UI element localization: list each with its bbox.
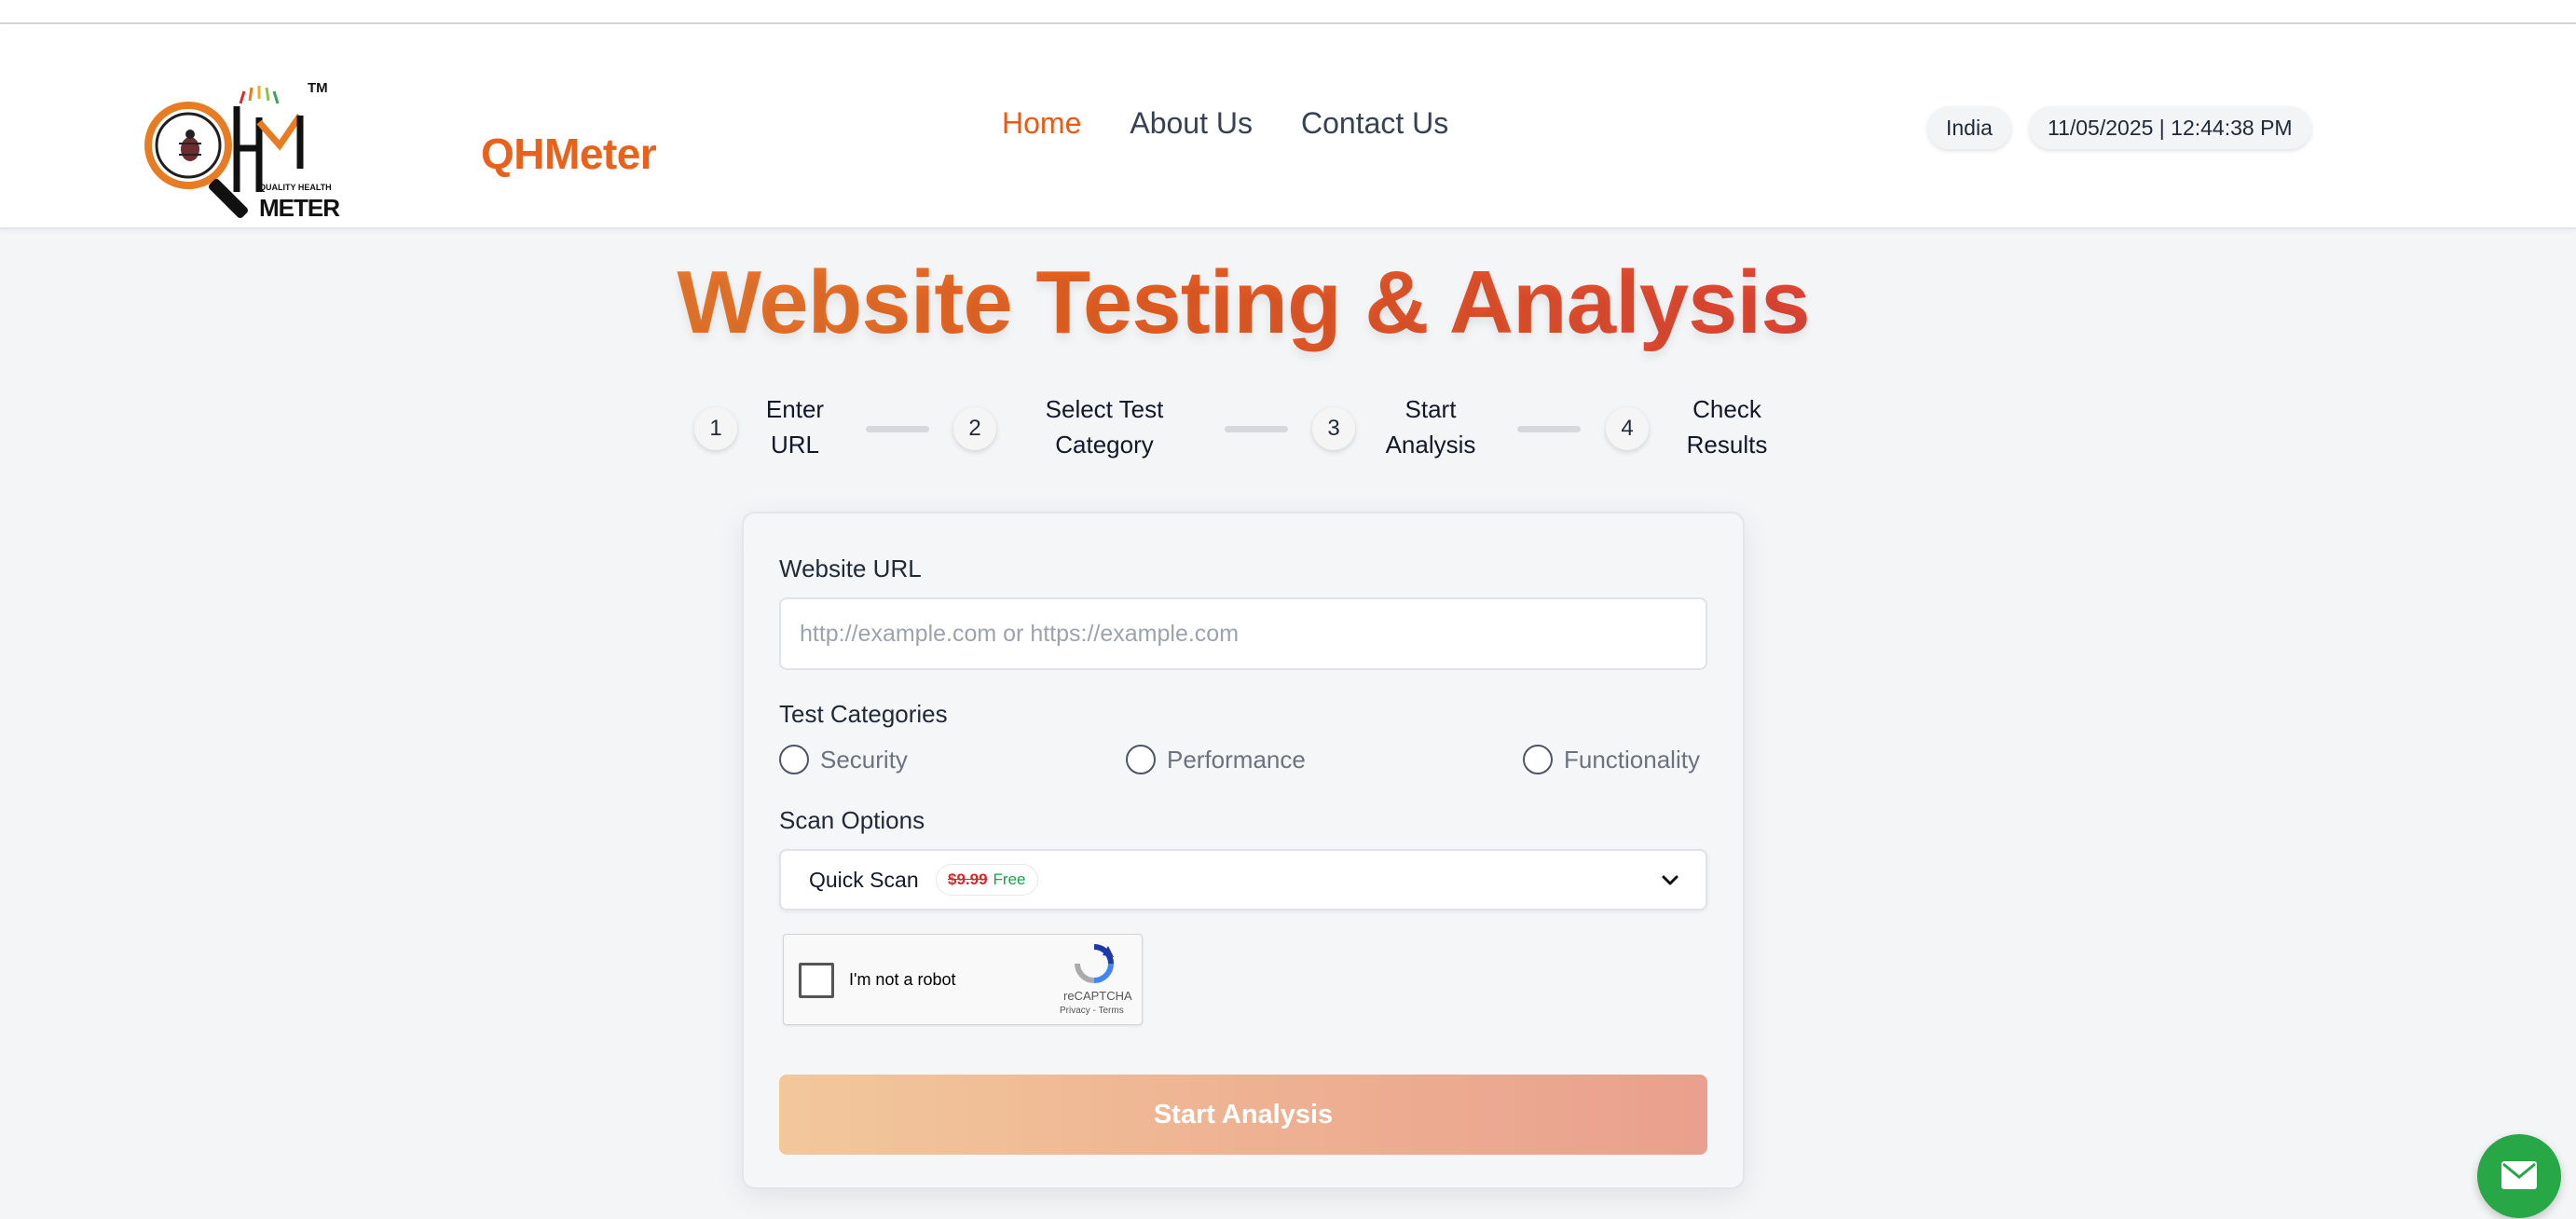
recaptcha-logo-icon: [1075, 944, 1114, 983]
recaptcha-links[interactable]: Privacy - Terms: [1060, 1006, 1124, 1016]
scan-selected-value: Quick Scan: [809, 868, 919, 892]
radio-button[interactable]: [1126, 745, 1156, 774]
datetime-badge: 11/05/2025 | 12:44:38 PM: [2029, 106, 2311, 149]
analysis-form-card: Website URL Test Categories Security Per…: [742, 512, 1745, 1189]
site-header: TM QUALITY HEALTH METER QHMeter Home Abo…: [0, 24, 2576, 229]
free-price: Free: [993, 870, 1026, 888]
category-label: Security: [820, 745, 908, 774]
category-functionality-option[interactable]: Functionality: [1523, 745, 1700, 774]
old-price: $9.99: [948, 870, 988, 888]
chevron-down-icon: [1662, 875, 1679, 885]
start-analysis-button[interactable]: Start Analysis: [779, 1075, 1707, 1155]
recaptcha-checkbox[interactable]: [799, 963, 834, 998]
category-performance-option[interactable]: Performance: [1126, 745, 1306, 774]
recaptcha-label: I'm not a robot: [849, 970, 956, 989]
step-3-number: 3: [1312, 407, 1355, 450]
website-url-input[interactable]: [779, 597, 1707, 670]
step-1-label: Enter URL: [765, 395, 825, 459]
step-2-label: Select Test Category: [1045, 395, 1164, 459]
scan-options-select[interactable]: Quick Scan $9.99 Free: [779, 849, 1707, 911]
recaptcha-widget: I'm not a robot reCAPTCHA Privacy - Term…: [783, 934, 1143, 1025]
country-badge: India: [1927, 106, 2011, 149]
test-categories-label: Test Categories: [779, 700, 948, 728]
url-label: Website URL: [779, 555, 922, 582]
step-1-number: 1: [694, 407, 737, 450]
step-4-number: 4: [1606, 407, 1649, 450]
logo-meter-word: METER: [259, 194, 340, 222]
step-4-label: Check Results: [1686, 395, 1768, 459]
logo-tagline: QUALITY HEALTH: [259, 183, 332, 192]
browser-top-strip: [0, 0, 2576, 24]
trademark-mark: TM: [308, 80, 328, 96]
contact-mail-button[interactable]: [2477, 1134, 2561, 1218]
main-nav: Home About Us Contact Us: [1002, 106, 1448, 141]
radio-button[interactable]: [1523, 745, 1553, 774]
scan-options-label: Scan Options: [779, 806, 925, 834]
nav-home[interactable]: Home: [1002, 106, 1081, 141]
radio-button[interactable]: [779, 745, 809, 774]
step-connector: [866, 426, 929, 432]
envelope-icon: [2501, 1161, 2537, 1189]
category-security-option[interactable]: Security: [779, 745, 908, 774]
step-2-number: 2: [953, 407, 996, 450]
step-3-label: Start Analysis: [1385, 395, 1476, 459]
nav-contact-us[interactable]: Contact Us: [1301, 106, 1448, 141]
price-badge: $9.99 Free: [936, 864, 1038, 896]
brand-logo[interactable]: TM QUALITY HEALTH METER QHMeter: [140, 52, 657, 239]
page-title: Website Testing & Analysis: [0, 252, 2487, 354]
step-connector: [1517, 426, 1581, 432]
category-label: Performance: [1167, 745, 1306, 774]
brand-name: QHMeter: [481, 130, 657, 178]
nav-about-us[interactable]: About Us: [1130, 106, 1253, 141]
category-label: Functionality: [1564, 745, 1700, 774]
recaptcha-brand: reCAPTCHA: [1063, 989, 1132, 1003]
progress-stepper: 1 Enter URL 2 Select Test Category 3 Start…: [0, 391, 2576, 466]
step-connector: [1225, 426, 1288, 432]
